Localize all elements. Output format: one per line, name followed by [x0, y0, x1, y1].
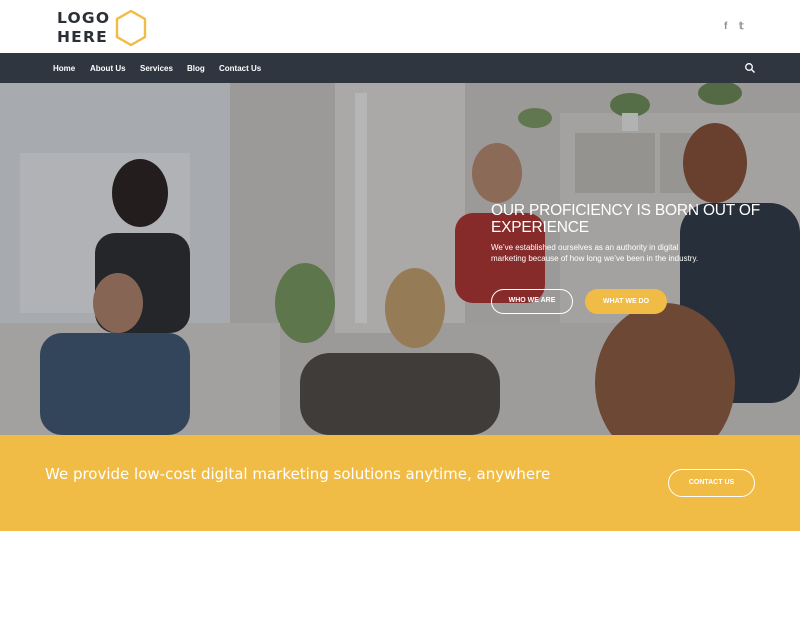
hero-title: OUR PROFICIENCY IS BORN OUT OF EXPERIENC…: [491, 202, 761, 236]
main-nav: Home About Us Services Blog Contact Us: [0, 53, 800, 83]
what-we-do-button[interactable]: WHAT WE DO: [585, 289, 667, 314]
hexagon-icon: [115, 9, 147, 47]
nav-item-about-us[interactable]: About Us: [90, 53, 126, 83]
cta-band: We provide low-cost digital marketing so…: [0, 435, 800, 531]
logo-text: LOGO HERE: [57, 9, 110, 47]
nav-item-contact-us[interactable]: Contact Us: [219, 53, 261, 83]
logo-line-1: LOGO: [57, 9, 111, 27]
cta-text: We provide low-cost digital marketing so…: [45, 465, 551, 483]
hero-section: OUR PROFICIENCY IS BORN OUT OF EXPERIENC…: [0, 83, 800, 435]
logo[interactable]: LOGO HERE: [57, 9, 152, 47]
logo-line-2: HERE: [57, 28, 108, 46]
who-we-are-button[interactable]: WHO WE ARE: [491, 289, 573, 314]
contact-us-button[interactable]: CONTACT US: [668, 469, 755, 497]
facebook-icon[interactable]: f: [724, 21, 727, 33]
nav-item-blog[interactable]: Blog: [187, 53, 205, 83]
site-header: LOGO HERE f 𝕥: [0, 0, 800, 53]
nav-item-services[interactable]: Services: [140, 53, 173, 83]
hero-subtitle: We’ve established ourselves as an author…: [491, 243, 699, 263]
search-icon[interactable]: [744, 62, 756, 74]
twitter-icon[interactable]: 𝕥: [739, 21, 744, 33]
nav-item-home[interactable]: Home: [53, 53, 75, 83]
